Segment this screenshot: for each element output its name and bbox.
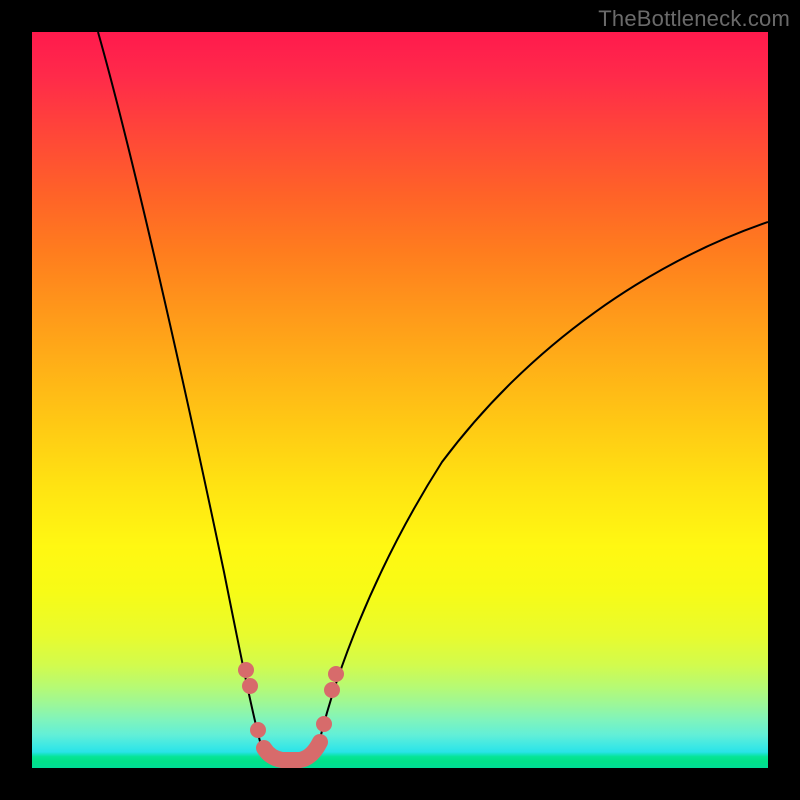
marker-dot-left-b [242,678,258,694]
marker-dot-right-a [316,716,332,732]
marker-dot-left-c [250,722,266,738]
marker-dot-right-c [328,666,344,682]
marker-dot-right-b [324,682,340,698]
valley-marker-worm [264,742,320,760]
curve-left-branch [98,32,264,756]
chart-frame: TheBottleneck.com [0,0,800,800]
curve-right-branch [316,222,768,756]
curves-svg [32,32,768,768]
watermark-text: TheBottleneck.com [598,6,790,32]
marker-dot-left-a [238,662,254,678]
plot-area [32,32,768,768]
